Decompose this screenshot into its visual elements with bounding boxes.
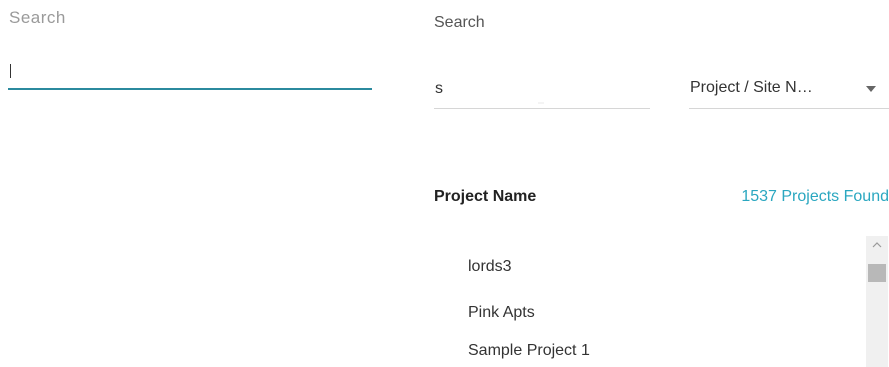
project-name-column-header: Project Name xyxy=(434,188,537,205)
search-field: ⋯ xyxy=(434,70,651,109)
project-list-item[interactable]: Pink Apts xyxy=(468,304,535,322)
search-input[interactable] xyxy=(434,76,651,102)
resize-handle-icon: ⋯ xyxy=(538,101,544,107)
project-search-page: Search Search ⋯ Project / Site N… Projec… xyxy=(0,0,889,367)
project-list: lords3 Pink Apts Sample Project 1 xyxy=(434,234,854,367)
results-count: 1537 Projects Found xyxy=(741,188,889,205)
chevron-up-icon[interactable] xyxy=(872,240,882,250)
list-scrollbar[interactable] xyxy=(866,236,888,367)
search-label: Search xyxy=(434,14,485,31)
left-search-input[interactable] xyxy=(8,58,372,90)
project-list-item[interactable]: Sample Project 1 xyxy=(468,342,590,360)
left-search-label: Search xyxy=(9,8,66,27)
chevron-down-icon xyxy=(866,86,876,92)
search-filter-value: Project / Site N… xyxy=(690,79,813,96)
text-caret xyxy=(10,64,11,78)
project-list-item[interactable]: lords3 xyxy=(468,258,512,276)
search-filter-select[interactable]: Project / Site N… xyxy=(689,70,889,109)
scrollbar-thumb[interactable] xyxy=(868,264,886,282)
